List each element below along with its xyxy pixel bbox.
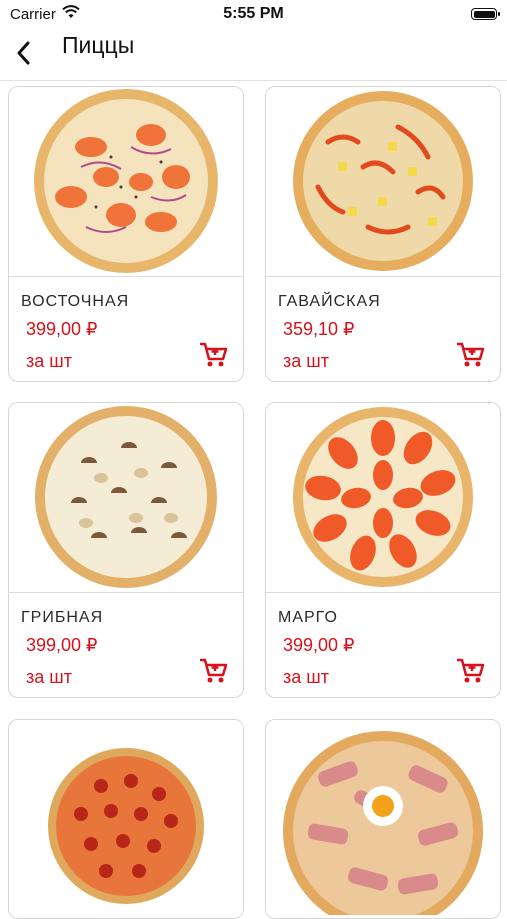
product-image: [266, 403, 500, 593]
status-time: 5:55 PM: [223, 5, 284, 22]
navigation-bar: Пиццы: [0, 28, 507, 81]
product-image: [9, 403, 243, 593]
product-unit: за шт: [283, 667, 329, 687]
chevron-left-icon[interactable]: [12, 38, 36, 68]
shopping-cart-icon[interactable]: [199, 657, 229, 685]
product-image: [9, 87, 243, 277]
product-unit: за шт: [26, 667, 72, 687]
product-card[interactable]: [265, 719, 501, 919]
product-image: [266, 720, 500, 918]
product-price: 359,10 ₽: [283, 319, 355, 339]
product-card[interactable]: ГРИБНАЯ 399,00 ₽ за шт: [8, 402, 244, 698]
product-name: ВОСТОЧНАЯ: [21, 293, 130, 310]
product-price: 399,00 ₽: [26, 319, 98, 339]
product-name: МАРГО: [278, 609, 338, 626]
product-price: 399,00 ₽: [283, 635, 355, 655]
product-name: ГАВАЙСКАЯ: [278, 293, 381, 310]
page-title: Пиццы: [62, 32, 135, 58]
product-unit: за шт: [26, 351, 72, 371]
status-bar: Carrier 5:55 PM: [0, 0, 507, 30]
battery-icon: [471, 8, 500, 20]
product-card[interactable]: ГАВАЙСКАЯ 359,10 ₽ за шт: [265, 86, 501, 382]
product-image: [266, 87, 500, 277]
product-price: 399,00 ₽: [26, 635, 98, 655]
product-unit: за шт: [283, 351, 329, 371]
product-card[interactable]: ВОСТОЧНАЯ 399,00 ₽ за шт: [8, 86, 244, 382]
product-name: ГРИБНАЯ: [21, 609, 104, 626]
product-image: [9, 720, 243, 918]
shopping-cart-icon[interactable]: [199, 341, 229, 369]
product-card[interactable]: МАРГО 399,00 ₽ за шт: [265, 402, 501, 698]
shopping-cart-icon[interactable]: [456, 341, 486, 369]
shopping-cart-icon[interactable]: [456, 657, 486, 685]
product-card[interactable]: [8, 719, 244, 919]
